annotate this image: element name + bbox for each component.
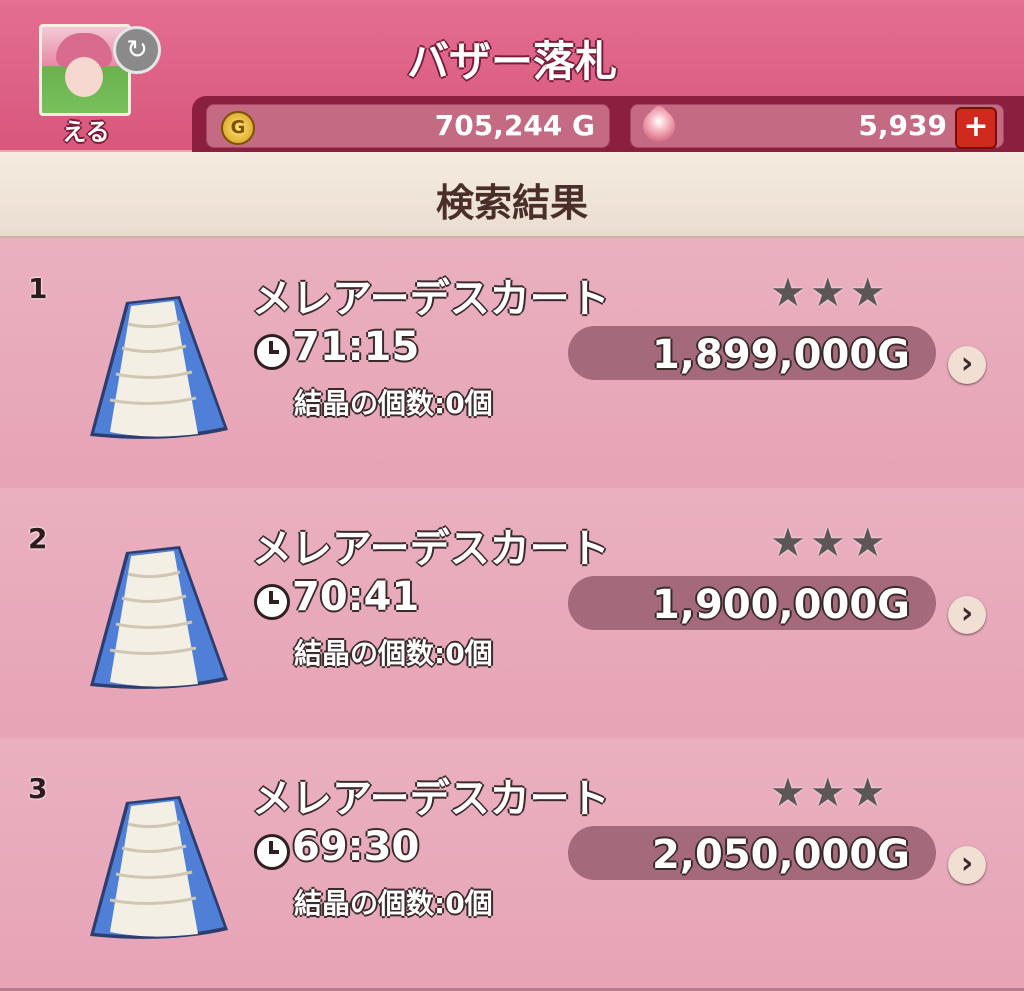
gold-coin-icon: G	[221, 111, 255, 145]
header-bar: ↻ える バザー落札 G 705,244 G 5,939 +	[0, 0, 1024, 152]
gem-counter: 5,939 +	[630, 103, 1004, 149]
row-number: 2	[28, 522, 48, 555]
chevron-right-icon[interactable]: ›	[948, 846, 986, 884]
page-title: バザー落札	[406, 37, 617, 86]
price: 1,900,000G	[651, 582, 910, 628]
price-pill: 1,900,000G	[568, 576, 936, 630]
gem-value: 5,939	[858, 109, 947, 142]
crystal-count: 結晶の個数:0個	[294, 887, 493, 920]
section-title: 検索結果	[435, 181, 588, 225]
item-name: メレアーデスカート	[252, 776, 610, 822]
result-row[interactable]: 3 メレアーデスカート 69:30 結晶の個数:0個 ★★★ 2,050,000…	[0, 738, 1024, 991]
time-remaining: 70:41	[292, 574, 420, 620]
item-name: メレアーデスカート	[252, 276, 610, 322]
gold-value: 705,244 G	[434, 109, 595, 142]
star-rating: ★★★	[770, 770, 890, 816]
clock-icon	[254, 584, 290, 620]
price-pill: 1,899,000G	[568, 326, 936, 380]
crystal-count: 結晶の個数:0個	[294, 637, 493, 670]
result-row[interactable]: 2 メレアーデスカート 70:41 結晶の個数:0個 ★★★ 1,900,000…	[0, 488, 1024, 741]
time-remaining: 71:15	[292, 324, 420, 370]
section-header: 検索結果	[0, 152, 1024, 238]
row-number: 1	[28, 272, 48, 305]
price-pill: 2,050,000G	[568, 826, 936, 880]
price: 2,050,000G	[651, 832, 910, 878]
time-remaining: 69:30	[292, 824, 420, 870]
chevron-right-icon[interactable]: ›	[948, 346, 986, 384]
currency-bar: G 705,244 G 5,939 +	[192, 96, 1024, 152]
gem-icon	[636, 103, 682, 149]
row-number: 3	[28, 772, 48, 805]
result-row[interactable]: 1 メレアーデスカート 71:15 結晶の個数:0個 ★★★ 1,899,000…	[0, 238, 1024, 491]
skirt-icon	[90, 796, 228, 939]
star-rating: ★★★	[770, 270, 890, 316]
clock-icon	[254, 334, 290, 370]
add-gems-button[interactable]: +	[955, 107, 997, 149]
skirt-icon	[90, 546, 228, 689]
clock-icon	[254, 834, 290, 870]
gold-counter: G 705,244 G	[206, 104, 610, 148]
price: 1,899,000G	[651, 332, 910, 378]
star-rating: ★★★	[770, 520, 890, 566]
item-name: メレアーデスカート	[252, 526, 610, 572]
crystal-count: 結晶の個数:0個	[294, 387, 493, 420]
player-name: える	[62, 118, 110, 146]
skirt-icon	[90, 296, 228, 439]
chevron-right-icon[interactable]: ›	[948, 596, 986, 634]
